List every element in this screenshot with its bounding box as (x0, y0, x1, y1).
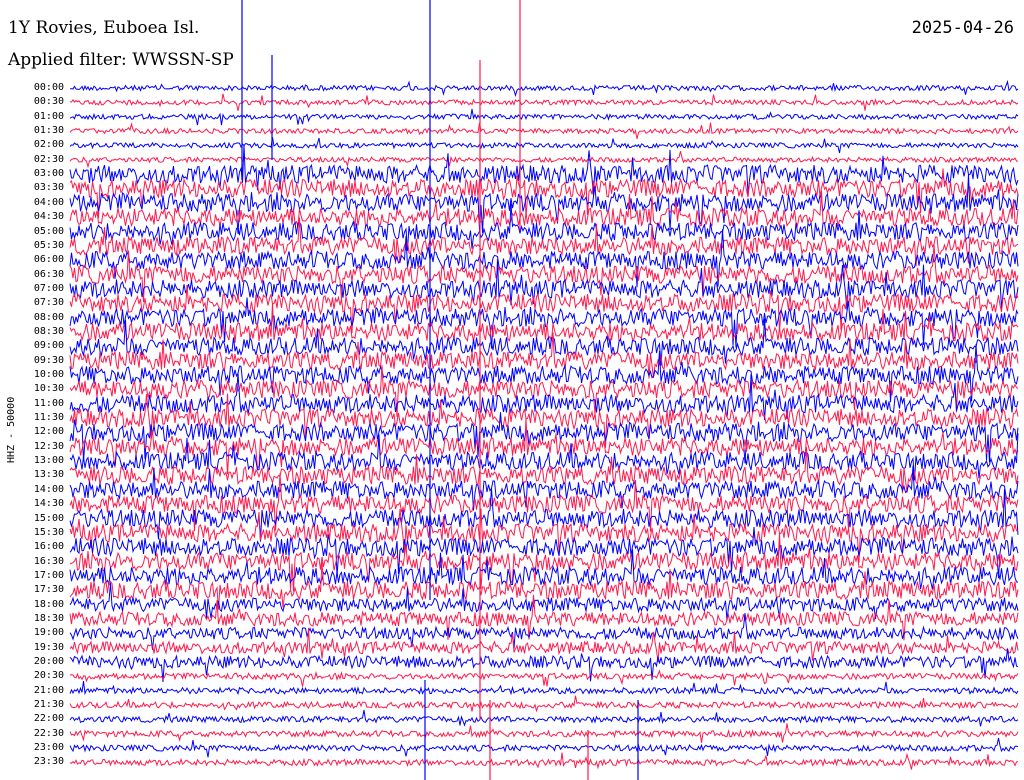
time-label: 20:00 (33, 656, 64, 667)
time-label: 09:00 (33, 340, 64, 352)
time-label: 15:30 (33, 526, 64, 538)
filter-label: Applied filter: WWSSN-SP (8, 50, 234, 70)
time-label: 01:30 (33, 125, 64, 137)
time-label: 20:30 (33, 670, 64, 682)
trace-line (69, 108, 1019, 126)
time-label: 18:30 (33, 612, 64, 624)
trace-line (69, 151, 1019, 169)
time-label: 07:00 (33, 282, 64, 294)
time-label: 14:30 (33, 498, 64, 510)
time-label: 21:00 (33, 684, 64, 696)
time-label: 10:00 (33, 369, 64, 380)
time-label: 05:00 (33, 225, 64, 237)
time-label: 22:30 (33, 727, 64, 739)
time-label: 02:30 (33, 153, 64, 165)
time-label: 13:00 (33, 455, 64, 467)
trace-line (69, 723, 1019, 743)
trace-line (69, 737, 1019, 758)
time-label: 13:30 (33, 469, 64, 481)
time-label: 04:00 (33, 196, 64, 208)
time-label: 05:30 (33, 239, 64, 251)
time-label: 12:00 (33, 426, 64, 438)
time-label: 00:00 (33, 82, 64, 93)
time-label: 08:30 (33, 325, 64, 337)
trace-line (69, 137, 1019, 154)
time-label: 16:30 (33, 555, 64, 567)
trace-line (69, 332, 1019, 379)
time-label: 15:00 (33, 512, 64, 524)
time-label: 23:00 (33, 742, 64, 754)
trace-line (69, 174, 1019, 234)
time-label: 16:00 (33, 541, 64, 553)
trace-line (69, 217, 1019, 267)
trace-line (69, 79, 1019, 98)
time-label: 03:00 (33, 168, 64, 180)
time-label: 22:00 (33, 713, 64, 725)
helicorder-traces (69, 0, 1019, 780)
time-label: 18:00 (33, 598, 64, 610)
date-label: 2025-04-26 (911, 18, 1014, 38)
channel-label: HHZ - 50000 (6, 396, 17, 463)
time-label: 12:30 (33, 440, 64, 452)
time-label: 07:30 (33, 297, 64, 309)
time-label: 19:00 (33, 627, 64, 639)
trace-line (69, 695, 1019, 713)
time-label: 21:30 (33, 699, 64, 711)
time-label: 03:30 (33, 182, 64, 194)
trace-line (69, 752, 1019, 770)
time-label: 11:00 (33, 397, 64, 409)
time-label: 14:00 (33, 483, 64, 495)
trace-line (69, 122, 1019, 140)
time-label: 06:00 (33, 254, 64, 266)
time-label: 04:30 (33, 211, 64, 223)
time-label: 06:30 (33, 268, 64, 280)
time-label: 08:00 (33, 311, 64, 323)
trace-line (69, 93, 1019, 111)
trace-line (69, 669, 1019, 687)
time-label: 17:30 (33, 584, 64, 596)
time-label: 17:00 (33, 569, 64, 581)
trace-line (69, 709, 1019, 727)
time-label: 11:30 (33, 412, 64, 424)
time-label: 01:00 (33, 110, 64, 122)
time-label: 23:30 (33, 756, 64, 768)
time-label: 00:30 (33, 96, 64, 108)
trace-line (69, 203, 1019, 251)
time-label: 10:30 (33, 383, 64, 395)
time-label: 02:00 (33, 139, 64, 151)
time-label: 09:30 (33, 354, 64, 366)
trace-line (69, 344, 1019, 403)
time-label: 19:30 (33, 641, 64, 653)
station-title: 1Y Rovies, Euboea Isl. (8, 18, 200, 38)
trace-line (69, 303, 1019, 343)
